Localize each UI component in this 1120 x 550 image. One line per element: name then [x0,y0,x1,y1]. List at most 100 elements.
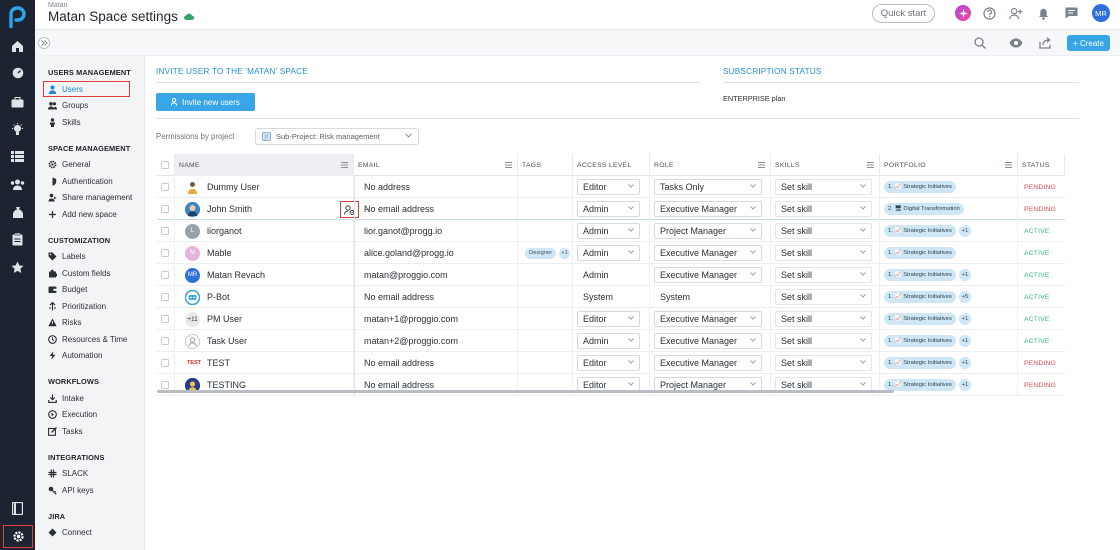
sidebar-item-slack[interactable]: SLACK [48,468,88,480]
clipboard-icon[interactable] [9,231,26,248]
row-checkbox[interactable] [161,315,169,323]
user-avatar[interactable]: MR [1092,4,1110,22]
portfolio-cell[interactable]: 1. 📈 Strategic Initiatives +1 [880,352,1018,374]
tags-cell[interactable] [518,330,573,352]
user-name[interactable]: TEST [207,358,230,368]
sidebar-item-risks[interactable]: Risks [48,317,82,329]
portfolio-cell[interactable]: 1. 📈 Strategic Initiatives +1 [880,220,1018,242]
access-level-select[interactable]: Editor [577,355,640,371]
portfolio-cell[interactable]: 1. 📈 Strategic Initiatives [880,242,1018,264]
skills-select[interactable]: Set skill [775,223,872,239]
table-row[interactable]: M Mable alice.goland@progg.io Designer +1 Adm… [157,242,1065,264]
role-select[interactable]: Executive Manager [654,333,762,349]
row-checkbox[interactable] [161,205,169,213]
tags-cell[interactable] [518,264,573,286]
column-menu-icon[interactable] [505,162,512,168]
access-level-select[interactable]: Editor [577,179,640,195]
portfolio-cell[interactable]: 1. 📈 Strategic Initiatives [880,176,1018,198]
column-header-status[interactable]: STATUS [1018,154,1065,176]
portfolio-cell[interactable]: 2. 🖥 Digital Transformation [880,198,1018,220]
share-export-icon[interactable] [1038,36,1052,50]
column-header-portfolio[interactable]: PORTFOLIO [880,154,1018,176]
skills-select[interactable]: Set skill [775,201,872,217]
sidebar-item-tasks[interactable]: Tasks [48,425,82,437]
access-level-select[interactable]: Editor [577,311,640,327]
role-select[interactable]: Executive Manager [654,201,762,217]
portfolio-cell[interactable]: 1. 📈 Strategic Initiatives +1 [880,330,1018,352]
add-user-icon[interactable] [1009,6,1023,20]
help-icon[interactable] [982,6,996,20]
row-checkbox[interactable] [161,293,169,301]
skills-select[interactable]: Set skill [775,333,872,349]
row-checkbox[interactable] [161,227,169,235]
dashboard-icon[interactable] [9,64,26,81]
table-row[interactable]: TEST TEST No email address Editor Executive … [157,352,1065,374]
star-icon[interactable] [9,259,26,276]
sidebar-item-skills[interactable]: Skills [48,116,81,128]
sidebar-item-execution[interactable]: Execution [48,409,97,421]
sidebar-item-prioritization[interactable]: Prioritization [48,300,106,312]
skills-select[interactable]: Set skill [775,289,872,305]
user-name[interactable]: Dummy User [207,182,260,192]
user-name[interactable]: John Smith [207,204,252,214]
tags-cell[interactable] [518,352,573,374]
role-select[interactable]: Executive Manager [654,311,762,327]
sidebar-item-general[interactable]: General [48,159,90,171]
sidebar-item-users[interactable]: Users [43,81,130,97]
skills-select[interactable]: Set skill [775,311,872,327]
row-checkbox[interactable] [161,337,169,345]
row-checkbox[interactable] [161,271,169,279]
sidebar-item-resources-time[interactable]: Resources & Time [48,333,127,345]
column-menu-icon[interactable] [1005,162,1012,168]
role-select[interactable]: Executive Manager [654,355,762,371]
table-row[interactable]: Task User matan+2@proggio.com Admin Executi… [157,330,1065,352]
quick-start-button[interactable]: Quick start [872,4,935,23]
team-icon[interactable] [9,176,26,193]
sidebar-item-groups[interactable]: Groups [48,100,88,112]
portfolio-cell[interactable]: 1. 📈 Strategic Initiatives +1 [880,374,1018,396]
permissions-project-select[interactable]: Sub-Project: Risk management [255,128,419,145]
skills-select[interactable]: Set skill [775,355,872,371]
tags-cell[interactable]: Designer +1 [518,242,573,264]
eye-icon[interactable] [1009,36,1023,50]
sidebar-item-connect[interactable]: Connect [48,527,92,539]
column-menu-icon[interactable] [341,162,348,168]
briefcase-icon[interactable] [9,94,26,111]
table-row[interactable]: P-Bot No email address System System Set ski… [157,286,1065,308]
tags-cell[interactable] [518,176,573,198]
sidebar-item-api-keys[interactable]: API keys [48,484,94,496]
user-name[interactable]: TESTING [207,380,246,390]
proggio-logo-icon[interactable] [8,6,27,28]
sidebar-item-automation[interactable]: Automation [48,350,102,362]
user-name[interactable]: liorganot [207,226,242,236]
tags-cell[interactable] [518,198,573,220]
search-icon[interactable] [973,36,987,50]
breadcrumb[interactable]: Matan [48,2,67,9]
column-header-email[interactable]: EMAIL [354,154,518,176]
row-checkbox[interactable] [161,249,169,257]
role-select[interactable]: Project Manager [654,223,762,239]
column-menu-icon[interactable] [867,162,874,168]
skills-select[interactable]: Set skill [775,179,872,195]
table-row[interactable]: John Smith ••• No email address Admin Execut… [157,198,1065,220]
user-name[interactable]: P-Bot [207,292,230,302]
sidebar-item-intake[interactable]: Intake [48,392,84,404]
column-header-role[interactable]: ROLE [650,154,771,176]
column-header-name[interactable]: NAME [175,154,354,176]
user-name[interactable]: Mable [207,248,232,258]
role-select[interactable]: Executive Manager [654,245,762,261]
column-header-access-level[interactable]: ACCESS LEVEL [573,154,650,176]
sidebar-item-share-management[interactable]: Share management [48,192,132,204]
user-name[interactable]: Matan Revach [207,270,265,280]
portfolio-cell[interactable]: 1. 📈 Strategic Initiatives +1 [880,264,1018,286]
select-all-checkbox[interactable] [161,161,169,169]
tags-cell[interactable] [518,308,573,330]
collapse-sidebar-icon[interactable] [38,37,50,49]
sidebar-item-add-new-space[interactable]: Add new space [48,208,117,220]
user-name[interactable]: PM User [207,314,242,324]
horizontal-scrollbar[interactable] [157,390,894,393]
tags-cell[interactable] [518,286,573,308]
list-icon[interactable] [9,148,26,165]
table-row[interactable]: Lliorganot lior.ganot@progg.io Admin Projec… [157,220,1065,242]
sidebar-item-labels[interactable]: Labels [48,251,86,263]
